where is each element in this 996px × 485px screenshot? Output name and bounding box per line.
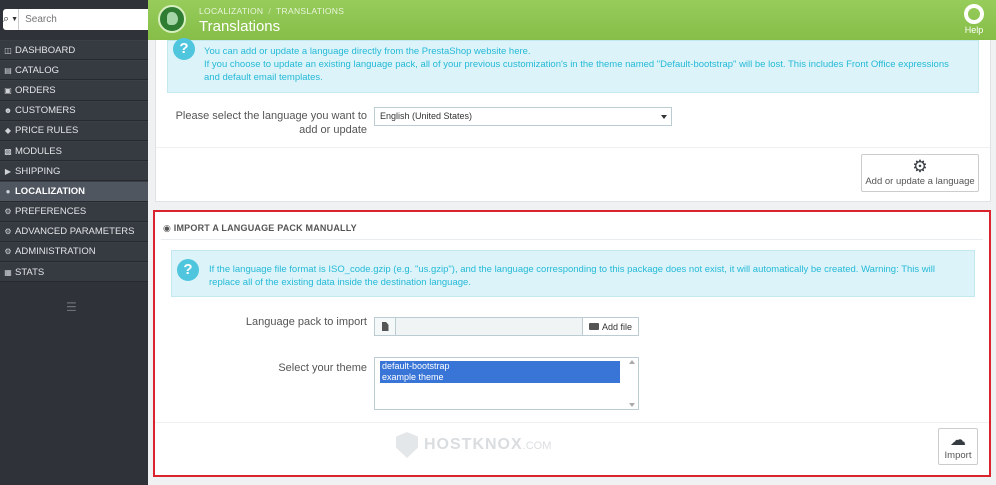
sidebar-item-label: STATS <box>15 266 45 278</box>
search-box: ⌕ ▼ <box>3 9 158 30</box>
search-dropdown-button[interactable]: ⌕ ▼ <box>3 9 20 30</box>
price-rules-icon: ◆ <box>4 126 12 136</box>
sidebar-item-label: CUSTOMERS <box>15 105 76 117</box>
folder-icon <box>588 323 599 330</box>
sidebar-item-label: LOCALIZATION <box>15 185 86 197</box>
help-label: Help <box>964 25 984 35</box>
add-update-language-label: Add or update a language <box>865 176 975 187</box>
sidebar-item-label: ORDERS <box>15 84 56 96</box>
breadcrumb-localization[interactable]: LOCALIZATION <box>199 6 263 16</box>
sidebar-item-customers[interactable]: ☻ CUSTOMERS <box>0 100 148 121</box>
sidebar-item-administration[interactable]: ⚙ ADMINISTRATION <box>0 241 148 263</box>
import-info-alert: ? If the language file format is ISO_cod… <box>171 250 975 297</box>
sidebar-item-label: ADVANCED PARAMETERS <box>15 226 135 238</box>
sidebar-item-price-rules[interactable]: ◆ PRICE RULES <box>0 120 148 141</box>
circle-arrow-icon: ◉ <box>163 223 172 233</box>
import-language-pack-panel: ◉ IMPORT A LANGUAGE PACK MANUALLY ? If t… <box>153 210 991 477</box>
add-file-button[interactable]: Add file <box>583 317 639 336</box>
theme-label: Select your theme <box>278 362 367 374</box>
panel-divider <box>155 422 989 423</box>
caret-down-icon <box>661 115 667 119</box>
sidebar-item-label: PRICE RULES <box>15 125 79 137</box>
dashboard-icon: ◫ <box>4 45 12 55</box>
add-file-label: Add file <box>601 321 633 332</box>
add-update-language-button[interactable]: ⚙ Add or update a language <box>861 154 979 192</box>
cog-icon: ⚙ <box>4 247 12 257</box>
sidebar-item-dashboard[interactable]: ◫ DASHBOARD <box>0 40 148 61</box>
catalog-icon: ▤ <box>4 65 12 75</box>
warning-text: If you choose to update an existing lang… <box>204 59 949 83</box>
sidebar-item-label: PREFERENCES <box>15 206 87 218</box>
breadcrumb-separator: / <box>268 6 272 16</box>
hostknox-logo <box>396 432 418 458</box>
stats-icon: ▦ <box>4 267 12 277</box>
file-upload-group: Add file <box>374 317 639 336</box>
globe-icon: ● <box>5 186 11 196</box>
import-button[interactable]: ☁ Import <box>938 428 978 465</box>
sidebar-nav: ◫ DASHBOARD ▤ CATALOG ▣ ORDERS ☻ CUSTOMERS ◆… <box>0 40 148 283</box>
sidebar-item-label: DASHBOARD <box>15 44 76 56</box>
search-icon: ⌕ <box>3 13 10 25</box>
sidebar-item-preferences[interactable]: ⚙ PREFERENCES <box>0 201 148 222</box>
cloud-upload-icon: ☁ <box>950 432 966 449</box>
sidebar-item-orders[interactable]: ▣ ORDERS <box>0 80 148 101</box>
shipping-icon: ▶ <box>4 166 12 176</box>
localization-globe-icon <box>158 5 186 33</box>
cogs-icon: ⚙ <box>4 227 12 237</box>
panel-heading-text: IMPORT A LANGUAGE PACK MANUALLY <box>173 223 357 233</box>
sidebar: ⌕▼ ◫DASHBOARD ▤CATALOG ▣ORDERS ☻CUSTOMER… <box>0 0 158 485</box>
sidebar-item-label: MODULES <box>15 145 62 157</box>
info-alert: ? You can add or update a language direc… <box>167 38 979 93</box>
page-header: LOCALIZATION / TRANSLATIONS Translations H… <box>148 0 996 40</box>
add-update-language-panel: ? You can add or update a language direc… <box>155 38 991 202</box>
sidebar-item-localization[interactable]: ● LOCALIZATION <box>0 181 148 202</box>
question-icon: ? <box>177 259 199 281</box>
panel-divider <box>156 147 990 148</box>
watermark-suffix: .COM <box>522 440 552 452</box>
import-label: Import <box>944 450 972 461</box>
theme-select-list[interactable]: default-bootstrap example theme <box>374 357 639 410</box>
language-select-value: English (United States) <box>380 111 473 121</box>
watermark: HOSTKNOX.COM <box>396 432 551 458</box>
sidebar-item-shipping[interactable]: ▶ SHIPPING <box>0 161 148 182</box>
info-alert-text: You can add or update a language directl… <box>204 45 964 84</box>
orders-icon: ▣ <box>4 85 12 95</box>
search-input[interactable] <box>19 9 158 30</box>
list-scrollbar[interactable] <box>629 360 636 407</box>
lifebuoy-icon <box>964 4 984 24</box>
wrench-icon: ⚙ <box>4 207 12 217</box>
theme-option[interactable]: default-bootstrap <box>380 361 620 372</box>
sidebar-item-label: ADMINISTRATION <box>15 246 96 258</box>
sidebar-item-stats[interactable]: ▦ STATS <box>0 262 148 283</box>
sidebar-item-label: SHIPPING <box>15 165 61 177</box>
page-title: Translations <box>199 18 281 35</box>
cogs-icon: ⚙ <box>912 157 928 176</box>
import-info-text: If the language file format is ISO_code.… <box>209 264 935 288</box>
watermark-text: HOSTKNOX.COM <box>424 436 551 454</box>
help-button[interactable]: Help <box>960 4 988 35</box>
sidebar-item-catalog[interactable]: ▤ CATALOG <box>0 60 148 81</box>
breadcrumb: LOCALIZATION / TRANSLATIONS <box>199 6 344 16</box>
question-icon: ? <box>173 38 195 60</box>
watermark-name: HOSTKNOX <box>424 436 523 453</box>
language-select-label: Please select the language you want to a… <box>175 110 367 136</box>
sidebar-item-modules[interactable]: ▩ MODULES <box>0 140 148 162</box>
panel-heading: ◉ IMPORT A LANGUAGE PACK MANUALLY <box>163 223 357 234</box>
heading-divider <box>161 239 983 240</box>
language-select[interactable]: English (United States) <box>374 107 672 126</box>
customers-icon: ☻ <box>3 106 13 116</box>
sidebar-item-label: CATALOG <box>15 64 59 76</box>
file-label: Language pack to import <box>245 316 367 328</box>
sidebar-item-advanced-parameters[interactable]: ⚙ ADVANCED PARAMETERS <box>0 221 148 242</box>
prestashop-link-text[interactable]: You can add or update a language directl… <box>204 45 964 58</box>
breadcrumb-translations[interactable]: TRANSLATIONS <box>276 6 344 16</box>
file-name-field[interactable] <box>396 317 583 336</box>
modules-icon: ▩ <box>4 146 12 156</box>
chevron-down-icon: ▼ <box>11 16 19 23</box>
theme-option[interactable]: example theme <box>380 372 620 383</box>
file-icon <box>374 317 396 336</box>
sidebar-collapse-icon[interactable]: ☰ <box>66 300 77 314</box>
